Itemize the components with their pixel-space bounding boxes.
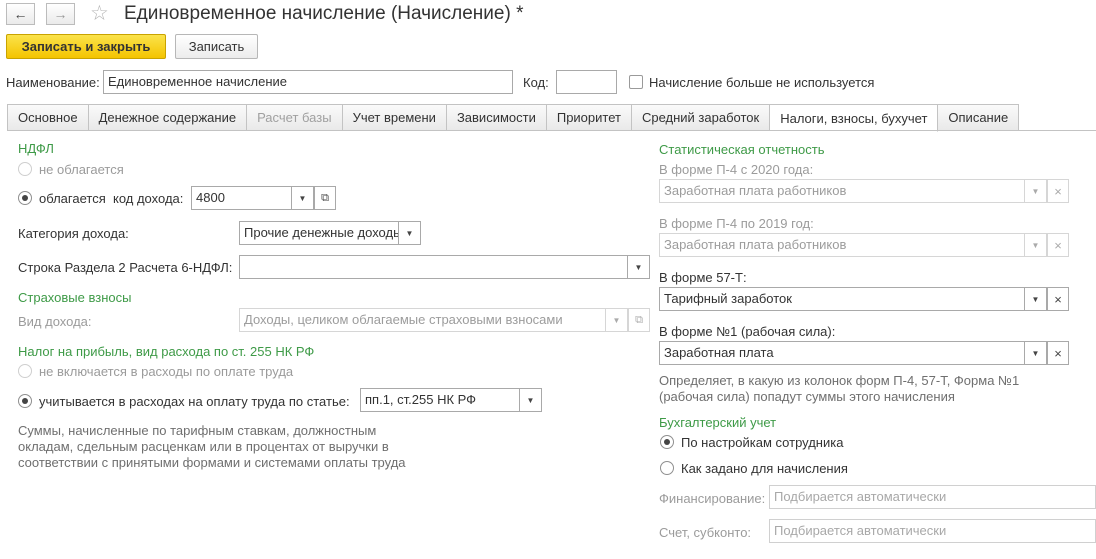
article-select[interactable]: пп.1, ст.255 НК РФ [360,388,520,412]
row6-label: Строка Раздела 2 Расчета 6-НДФЛ: [18,260,233,275]
income-code-label: код дохода: [113,191,184,206]
chevron-down-icon: ▼ [298,193,307,203]
profit-tax-heading: Налог на прибыль, вид расхода по ст. 255… [18,344,315,359]
acc-as-set-label: Как задано для начисления [681,461,848,476]
f57-select[interactable]: Тарифный заработок [659,287,1025,311]
chevron-down-icon: ▼ [1031,348,1040,358]
name-input[interactable]: Единовременное начисление [103,70,513,94]
income-code-open-button[interactable]: ⧉ [314,186,336,210]
profit-tax-note: Суммы, начисленные по тарифным ставкам, … [18,423,406,470]
f1-label: В форме №1 (рабочая сила): [659,324,836,339]
tab-base-calc[interactable]: Расчет базы [247,104,343,131]
chevron-down-icon: ▼ [405,228,414,238]
p4-2019-dropdown[interactable]: ▼ [1025,233,1047,257]
f1-select[interactable]: Заработная плата [659,341,1025,365]
chevron-down-icon: ▼ [1031,294,1040,304]
tab-time-tracking[interactable]: Учет времени [342,104,447,131]
included-label: учитывается в расходах на оплату труда п… [39,394,350,409]
chevron-down-icon: ▼ [612,315,621,325]
taxed-label: облагается [39,191,106,206]
p4-2020-dropdown[interactable]: ▼ [1025,179,1047,203]
chevron-down-icon: ▼ [634,262,643,272]
tab-divider [7,130,1096,131]
income-kind-dropdown[interactable]: ▼ [606,308,628,332]
included-radio[interactable] [18,394,32,408]
p4-2019-clear-button[interactable]: × [1047,233,1069,257]
income-category-dropdown[interactable]: ▼ [399,221,421,245]
back-arrow-icon: ← [13,6,28,22]
financing-label: Финансирование: [659,491,766,506]
close-icon: × [1054,291,1062,307]
row6-select[interactable] [239,255,628,279]
not-included-radio[interactable] [18,364,32,378]
income-kind-label: Вид дохода: [18,314,92,329]
taxed-radio[interactable] [18,191,32,205]
code-label: Код: [523,75,549,90]
accounting-heading: Бухгалтерский учет [659,415,777,430]
favorite-star-icon[interactable]: ☆ [90,1,109,26]
back-button[interactable]: ← [6,3,35,25]
p4-2020-label: В форме П-4 с 2020 года: [659,162,814,177]
open-icon: ⧉ [635,313,643,326]
income-category-label: Категория дохода: [18,226,129,241]
acc-by-employee-label: По настройкам сотрудника [681,435,844,450]
name-label: Наименование: [6,75,100,90]
tab-cash-allowance[interactable]: Денежное содержание [88,104,248,131]
save-button[interactable]: Записать [175,34,258,59]
account-label: Счет, субконто: [659,525,752,540]
close-icon: × [1054,183,1062,199]
not-included-label: не включается в расходы по оплате труда [39,364,294,379]
close-icon: × [1054,237,1062,253]
f57-label: В форме 57-Т: [659,270,747,285]
close-icon: × [1054,345,1062,361]
tab-dependencies[interactable]: Зависимости [446,104,547,131]
save-and-close-button[interactable]: Записать и закрыть [6,34,166,59]
account-input[interactable]: Подбирается автоматически [769,519,1096,543]
financing-input[interactable]: Подбирается автоматически [769,485,1096,509]
stat-heading: Статистическая отчетность [659,142,825,157]
income-kind-select[interactable]: Доходы, целиком облагаемые страховыми вз… [239,308,606,332]
not-taxed-radio[interactable] [18,162,32,176]
forward-button[interactable]: → [46,3,75,25]
chevron-down-icon: ▼ [1031,186,1040,196]
stat-note: Определяет, в какую из колонок форм П-4,… [659,373,1020,404]
tab-bar: Основное Денежное содержание Расчет базы… [7,104,1020,132]
chevron-down-icon: ▼ [1031,240,1040,250]
tab-main[interactable]: Основное [7,104,89,131]
p4-2020-clear-button[interactable]: × [1047,179,1069,203]
p4-2019-select[interactable]: Заработная плата работников [659,233,1025,257]
chevron-down-icon: ▼ [526,395,535,405]
tab-description[interactable]: Описание [938,104,1020,131]
f57-clear-button[interactable]: × [1047,287,1069,311]
f57-dropdown[interactable]: ▼ [1025,287,1047,311]
row6-dropdown[interactable]: ▼ [628,255,650,279]
income-kind-open-button[interactable]: ⧉ [628,308,650,332]
income-category-select[interactable]: Прочие денежные доходы [239,221,399,245]
open-icon: ⧉ [321,191,329,204]
code-input[interactable] [556,70,617,94]
article-dropdown[interactable]: ▼ [520,388,542,412]
p4-2020-select[interactable]: Заработная плата работников [659,179,1025,203]
p4-2019-label: В форме П-4 по 2019 год: [659,216,814,231]
tab-priority[interactable]: Приоритет [546,104,632,131]
insurance-heading: Страховые взносы [18,290,132,305]
forward-arrow-icon: → [53,6,68,22]
tab-average-earnings[interactable]: Средний заработок [631,104,771,131]
unused-checkbox[interactable] [629,75,643,89]
income-code-dropdown[interactable]: ▼ [292,186,314,210]
unused-label: Начисление больше не используется [649,75,875,90]
f1-dropdown[interactable]: ▼ [1025,341,1047,365]
acc-as-set-radio[interactable] [660,461,674,475]
acc-by-employee-radio[interactable] [660,435,674,449]
f1-clear-button[interactable]: × [1047,341,1069,365]
page-title: Единовременное начисление (Начисление) * [124,3,524,24]
tab-taxes[interactable]: Налоги, взносы, бухучет [770,104,939,132]
income-code-input[interactable]: 4800 [191,186,292,210]
ndfl-heading: НДФЛ [18,141,54,156]
not-taxed-label: не облагается [39,162,124,177]
